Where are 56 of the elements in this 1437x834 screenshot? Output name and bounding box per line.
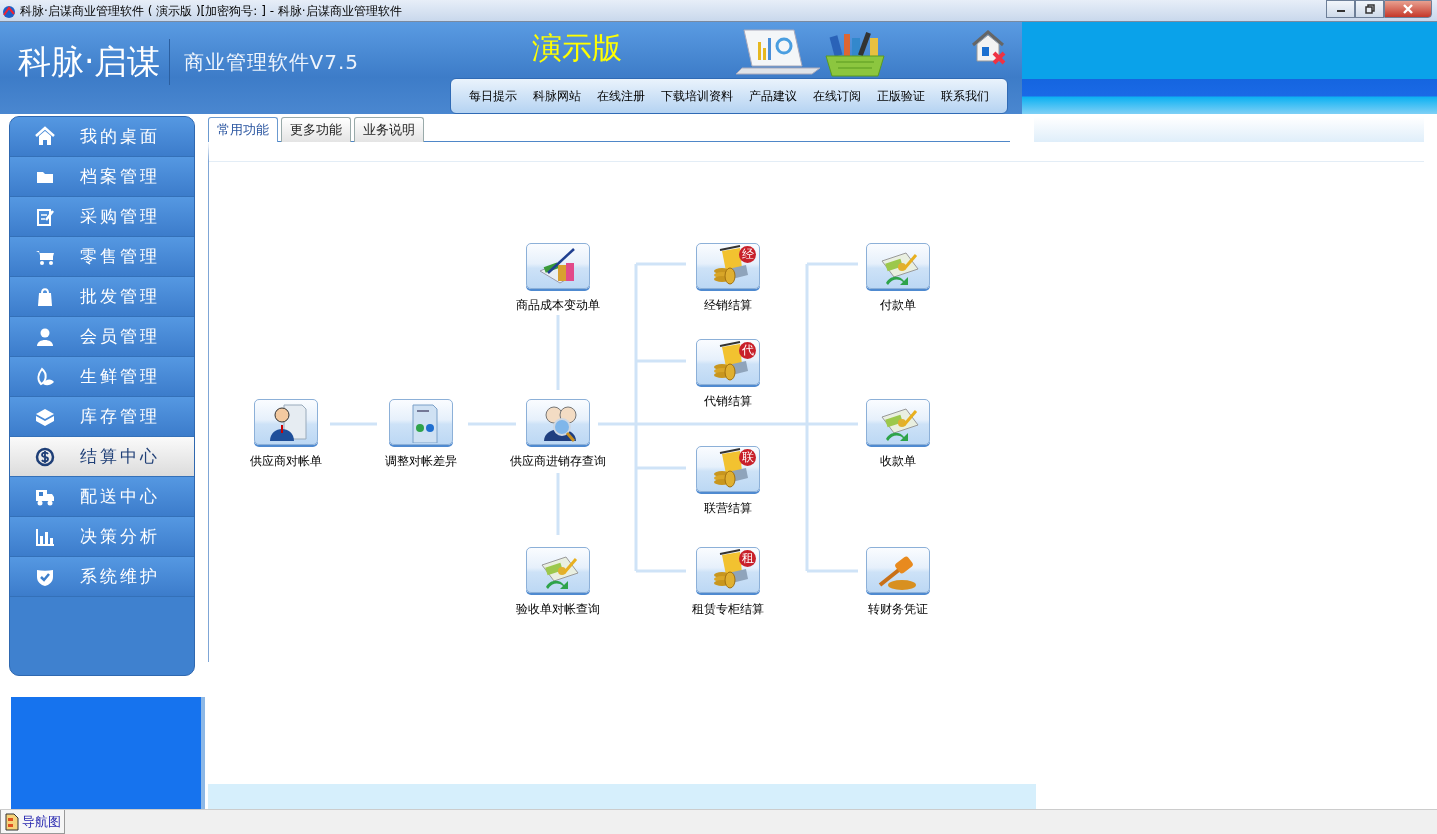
sidebar-item[interactable]: 结算中心 bbox=[10, 437, 194, 478]
function-button[interactable]: 代 代销结算 bbox=[672, 339, 784, 411]
status-tab[interactable]: 导航图 bbox=[0, 810, 65, 834]
function-button[interactable]: 付款单 bbox=[842, 243, 954, 315]
restore-icon bbox=[1364, 4, 1375, 14]
app-logo-icon bbox=[2, 4, 16, 19]
nav-link[interactable]: 科脉网站 bbox=[525, 87, 589, 105]
tab[interactable]: 更多功能 bbox=[281, 117, 351, 143]
function-button[interactable]: 商品成本变动单 bbox=[502, 243, 614, 315]
close-icon bbox=[1402, 4, 1414, 14]
sidebar-item[interactable]: 批发管理 bbox=[10, 277, 194, 318]
function-button[interactable]: 经 经销结算 bbox=[672, 243, 784, 315]
function-button[interactable]: 供应商进销存查询 bbox=[502, 399, 614, 471]
function-button[interactable]: 验收单对帐查询 bbox=[502, 547, 614, 619]
sidebar-item[interactable]: 生鲜管理 bbox=[10, 357, 194, 398]
nav-link[interactable]: 每日提示 bbox=[461, 87, 525, 105]
edition-label: 演示版 bbox=[532, 29, 622, 67]
window-title: 科脉·启谋商业管理软件 ( 演示版 )[加密狗号: ] - 科脉·启谋商业管理软件 bbox=[20, 3, 402, 20]
function-button[interactable]: 收款单 bbox=[842, 399, 954, 471]
connector-line bbox=[556, 473, 560, 536]
close-button[interactable] bbox=[1384, 0, 1432, 18]
nav-link[interactable]: 联系我们 bbox=[933, 87, 997, 105]
function-button[interactable]: 租 租赁专柜结算 bbox=[672, 547, 784, 619]
sidebar-item[interactable]: 档案管理 bbox=[10, 157, 194, 198]
function-button[interactable]: 调整对帐差异 bbox=[365, 399, 477, 471]
badge-label: 联 bbox=[739, 449, 756, 467]
restore-button[interactable] bbox=[1355, 0, 1384, 18]
connector-line bbox=[330, 422, 377, 426]
sidebar-item[interactable]: 配送中心 bbox=[10, 477, 194, 518]
nav-link[interactable]: 下载培训资料 bbox=[653, 87, 741, 105]
badge-label: 租 bbox=[739, 550, 756, 568]
connector-line bbox=[468, 422, 516, 426]
sidebar-item[interactable]: 系统维护 bbox=[10, 557, 194, 598]
home-icon bbox=[34, 125, 56, 148]
minimize-button[interactable] bbox=[1326, 0, 1355, 18]
nav-link[interactable]: 产品建议 bbox=[741, 87, 805, 105]
sidebar-item[interactable]: 我的桌面 bbox=[10, 117, 194, 158]
nav-link[interactable]: 在线注册 bbox=[589, 87, 653, 105]
sidebar-item[interactable]: 决策分析 bbox=[10, 517, 194, 558]
sidebar-item[interactable]: 会员管理 bbox=[10, 317, 194, 358]
tab[interactable]: 业务说明 bbox=[354, 117, 424, 143]
sidebar-item[interactable]: 库存管理 bbox=[10, 397, 194, 438]
badge-label: 经 bbox=[739, 246, 756, 264]
product-name: 商业管理软件V7.5 bbox=[182, 48, 359, 76]
function-button[interactable]: 联 联营结算 bbox=[672, 446, 784, 518]
nav-link[interactable]: 在线订阅 bbox=[805, 87, 869, 105]
sidebar-item[interactable]: 零售管理 bbox=[10, 237, 194, 278]
function-button[interactable]: 供应商对帐单 bbox=[230, 399, 342, 471]
brand-name: 科脉·启谋 bbox=[18, 39, 170, 85]
sidebar-item[interactable]: 采购管理 bbox=[10, 197, 194, 238]
badge-label: 代 bbox=[739, 342, 756, 360]
nav-link[interactable]: 正版验证 bbox=[869, 87, 933, 105]
document-tree-icon bbox=[4, 812, 20, 831]
function-button[interactable]: 转财务凭证 bbox=[842, 547, 954, 619]
tab[interactable]: 常用功能 bbox=[208, 117, 278, 143]
dollar-icon bbox=[34, 445, 56, 468]
